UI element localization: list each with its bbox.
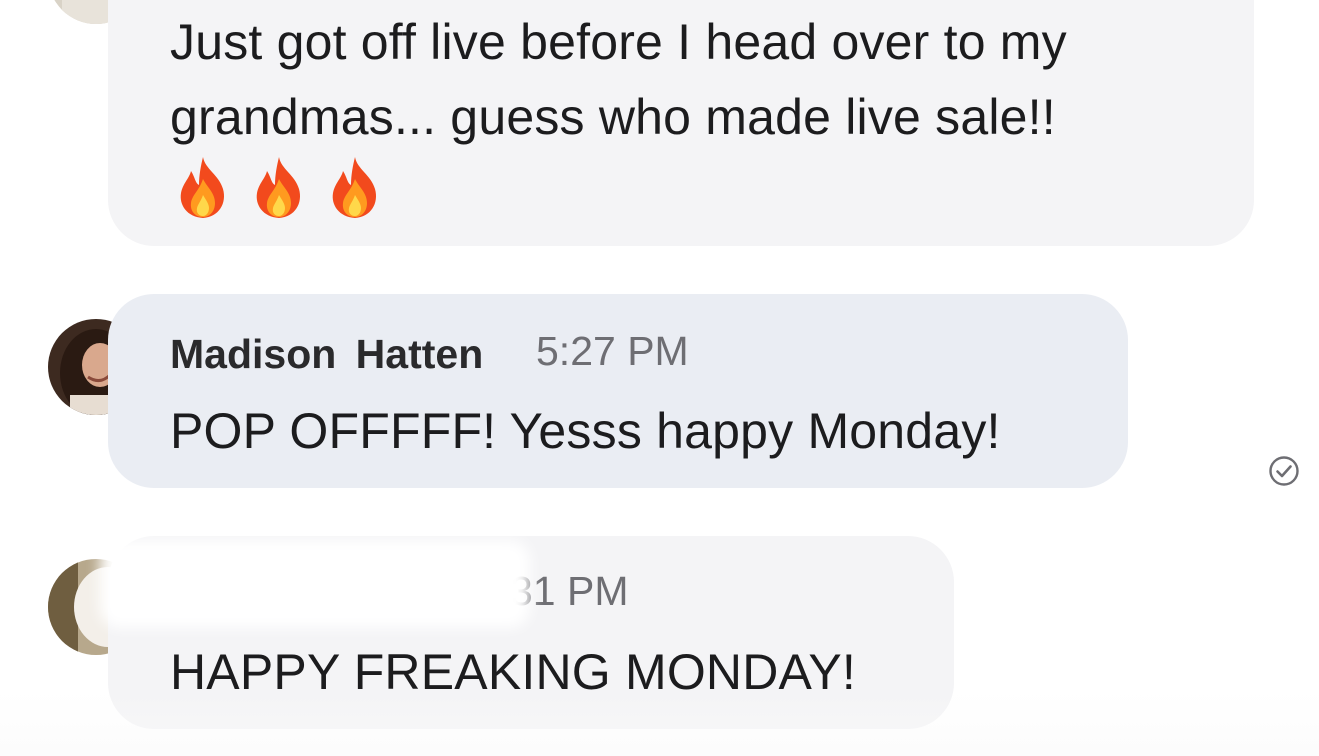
message-text-line: Just got off live before I head over to … [170,14,1067,70]
fire-icon [175,155,231,226]
message-text: POP OFFFFF! Yesss happy Monday! [170,403,1001,459]
redaction-patch [100,540,530,628]
read-check-icon [1268,455,1300,487]
fire-icon [251,155,307,226]
message-text-line: grandmas... guess who made live sale!! [170,89,1056,145]
fire-icon [327,155,383,226]
message-timestamp: 5:27 PM [536,328,689,374]
message-text: HAPPY FREAKING MONDAY! [170,644,857,700]
emoji-row [175,155,383,226]
sender-name: Madison Hatten [170,331,484,377]
